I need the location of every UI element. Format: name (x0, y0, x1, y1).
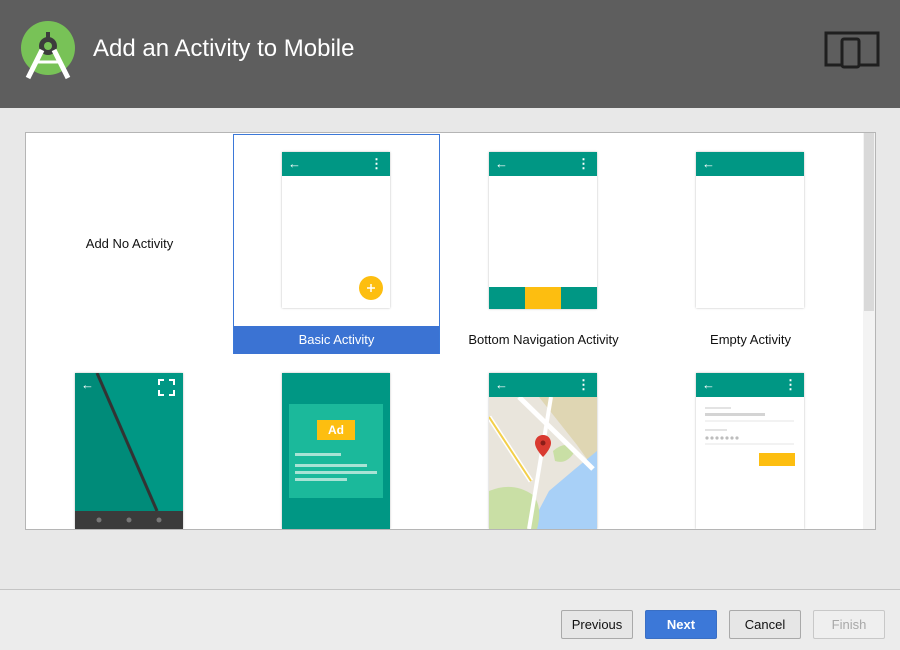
activity-label: Add No Activity (85, 236, 174, 251)
cancel-button[interactable]: Cancel (729, 610, 801, 639)
dialog-title: Add an Activity to Mobile (93, 35, 355, 62)
basic-activity-preview: ← ⋮ (282, 152, 390, 308)
scrollbar-thumb[interactable] (864, 133, 874, 311)
fullscreen-icon (158, 379, 175, 396)
next-button[interactable]: Next (645, 610, 717, 639)
login-activity-preview: ← ⋮ (696, 373, 804, 529)
maps-activity-preview: ← ⋮ (489, 373, 597, 529)
activity-fullscreen[interactable]: ← (26, 354, 233, 529)
previous-button[interactable]: Previous (561, 610, 633, 639)
finish-button: Finish (813, 610, 885, 639)
activity-maps[interactable]: ← ⋮ (440, 354, 647, 529)
fab-icon (359, 276, 383, 300)
bottom-navigation-bar (489, 287, 597, 309)
back-arrow-icon: ← (81, 377, 94, 392)
fullscreen-activity-preview: ← (75, 373, 183, 529)
dialog-header: Add an Activity to Mobile (0, 0, 900, 108)
activity-gallery[interactable]: Add No Activity ← ⋮ Basic Activity ← ⋮ B… (25, 132, 876, 530)
activity-add-no-activity[interactable]: Add No Activity (26, 133, 233, 354)
activity-label: Empty Activity (710, 332, 791, 347)
empty-activity-preview: ← (696, 152, 804, 308)
back-arrow-icon: ← (702, 156, 715, 171)
ad-activity-preview: Ad (282, 373, 390, 529)
activity-label: Basic Activity (234, 326, 439, 354)
tablet-phone-icon (824, 31, 880, 69)
activity-ad[interactable]: Ad (233, 354, 440, 529)
activity-basic-activity[interactable]: ← ⋮ Basic Activity (233, 134, 440, 354)
app-bar: ← ⋮ (489, 373, 597, 397)
bottom-navigation-preview: ← ⋮ (489, 152, 597, 309)
android-studio-logo-icon (21, 21, 75, 80)
activity-bottom-navigation[interactable]: ← ⋮ Bottom Navigation Activity (440, 133, 647, 354)
ad-badge: Ad (328, 423, 344, 437)
activity-empty-activity[interactable]: ← Empty Activity (647, 133, 854, 354)
gallery-scrollbar[interactable] (863, 133, 875, 529)
overflow-menu-icon: ⋮ (577, 377, 590, 392)
back-arrow-icon: ← (495, 377, 508, 392)
app-bar: ← (696, 152, 804, 176)
activity-login[interactable]: ← ⋮ (647, 354, 854, 529)
activity-label: Bottom Navigation Activity (468, 332, 619, 347)
